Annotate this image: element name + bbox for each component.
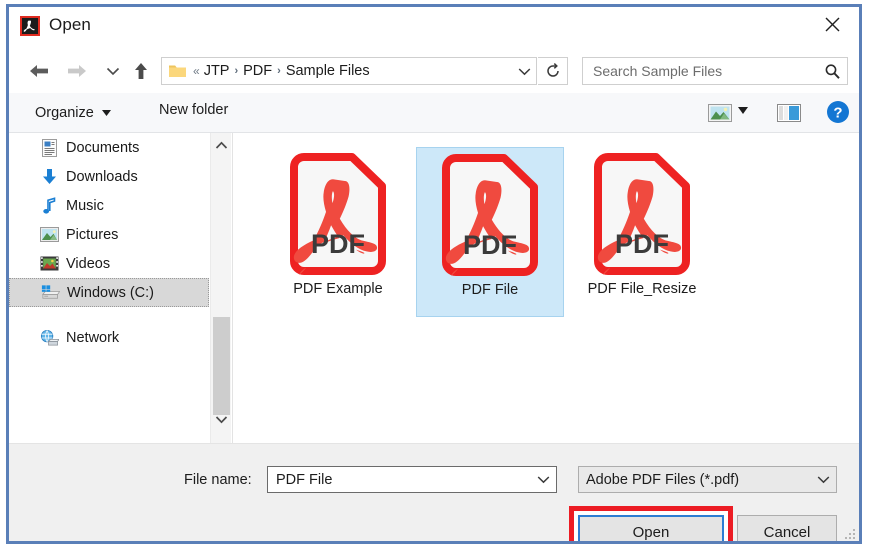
address-chevron-down-icon[interactable]: [512, 58, 536, 84]
breadcrumb-item-2[interactable]: Sample Files: [286, 63, 370, 79]
file-name-combobox[interactable]: [267, 466, 557, 493]
svg-text:PDF: PDF: [311, 229, 365, 259]
sidebar-item-music[interactable]: Music: [9, 191, 209, 220]
file-name-label: PDF File_Resize: [587, 281, 697, 297]
pane-splitter[interactable]: [232, 133, 233, 443]
sidebar-scrollbar[interactable]: [210, 133, 231, 443]
adobe-acrobat-icon: [20, 16, 40, 36]
sidebar-item-videos[interactable]: Videos: [9, 249, 209, 278]
cancel-button[interactable]: Cancel: [737, 515, 837, 541]
svg-text:PDF: PDF: [463, 230, 517, 260]
sidebar-item-label: Windows (C:): [67, 284, 155, 301]
file-item[interactable]: PDF PDF File: [416, 147, 564, 317]
downloads-icon: [39, 168, 59, 186]
breadcrumb[interactable]: « JTP › PDF › Sample Files: [191, 63, 512, 79]
sidebar-item-label: Music: [66, 197, 104, 214]
view-options-chevron-down-icon[interactable]: [738, 106, 748, 117]
breadcrumb-item-1[interactable]: PDF: [243, 63, 272, 79]
sidebar-item-downloads[interactable]: Downloads: [9, 162, 209, 191]
sidebar-item-label: Network: [66, 329, 120, 346]
resize-grip[interactable]: [844, 527, 856, 539]
file-type-chevron-down-icon[interactable]: [810, 475, 836, 484]
open-file-dialog: Open « JTP › PDF › Sample Files Search S…: [6, 4, 862, 544]
title-bar: Open: [9, 7, 859, 49]
back-arrow-icon[interactable]: [25, 57, 53, 85]
file-name-label: PDF File: [461, 282, 519, 298]
sidebar-item-label: Downloads: [66, 168, 138, 185]
organize-label: Organize: [35, 105, 94, 121]
videos-icon: [39, 255, 59, 273]
pdf-file-icon: PDF: [286, 153, 390, 275]
sidebar-item-label: Videos: [66, 255, 111, 272]
dialog-content: Open « JTP › PDF › Sample Files Search S…: [9, 7, 859, 541]
file-list-view[interactable]: PDF PDF Example PDF PDF File PDF PDF Fil…: [240, 133, 853, 443]
help-icon[interactable]: ?: [826, 100, 850, 124]
file-name-field-label: File name:: [184, 472, 252, 488]
sidebar-item-label: Documents: [66, 139, 140, 156]
svg-text:?: ?: [833, 105, 842, 122]
drive-icon: [40, 284, 60, 302]
breadcrumb-separator-0: ›: [234, 65, 239, 77]
address-bar[interactable]: « JTP › PDF › Sample Files: [161, 57, 537, 85]
file-item[interactable]: PDF PDF Example: [264, 147, 412, 317]
sidebar-item-network[interactable]: Network: [9, 323, 209, 352]
pictures-icon: [39, 226, 59, 244]
command-bar: Organize New folder ?: [9, 93, 859, 133]
search-icon[interactable]: [817, 63, 847, 80]
preview-pane-icon[interactable]: [776, 101, 802, 125]
scroll-down-arrow-icon[interactable]: [211, 409, 231, 429]
file-name-chevron-down-icon[interactable]: [530, 475, 556, 484]
sidebar-item-pictures[interactable]: Pictures: [9, 220, 209, 249]
svg-text:PDF: PDF: [615, 229, 669, 259]
refresh-icon[interactable]: [538, 57, 568, 85]
open-button[interactable]: Open: [578, 515, 724, 541]
dialog-footer: File name: Adobe PDF Files (*.pdf): [9, 443, 859, 541]
breadcrumb-overflow[interactable]: «: [193, 64, 200, 78]
music-icon: [39, 196, 59, 215]
navigation-pane: Documents Downloads Music Pictures Video…: [9, 133, 209, 443]
breadcrumb-separator-1: ›: [277, 65, 281, 77]
file-type-dropdown[interactable]: Adobe PDF Files (*.pdf): [578, 466, 837, 493]
up-arrow-icon[interactable]: [127, 57, 155, 85]
file-name-label: PDF Example: [293, 281, 383, 297]
folder-icon: [168, 63, 187, 79]
pdf-file-icon: PDF: [590, 153, 694, 275]
new-folder-button[interactable]: New folder: [159, 102, 228, 118]
window-title: Open: [49, 15, 91, 34]
breadcrumb-item-0[interactable]: JTP: [204, 63, 230, 79]
chevron-down-icon: [101, 108, 111, 118]
picture-view-icon[interactable]: [706, 101, 734, 125]
close-icon[interactable]: [809, 7, 855, 41]
file-type-value: Adobe PDF Files (*.pdf): [586, 471, 740, 488]
sidebar-item-documents[interactable]: Documents: [9, 133, 209, 162]
sidebar-item-windows-c[interactable]: Windows (C:): [9, 278, 209, 307]
scroll-up-arrow-icon[interactable]: [211, 135, 231, 155]
file-item[interactable]: PDF PDF File_Resize: [568, 147, 716, 317]
navigation-bar: « JTP › PDF › Sample Files: [9, 49, 859, 93]
organize-button[interactable]: Organize: [35, 102, 111, 124]
forward-arrow-icon: [63, 57, 91, 85]
search-box[interactable]: [582, 57, 848, 85]
search-input[interactable]: [591, 62, 817, 80]
recent-locations-chevron-down-icon[interactable]: [99, 57, 127, 85]
scrollbar-thumb[interactable]: [213, 317, 230, 415]
pdf-file-icon: PDF: [438, 154, 542, 276]
dialog-body: Documents Downloads Music Pictures Video…: [9, 133, 859, 443]
network-icon: [39, 329, 59, 347]
sidebar-item-label: Pictures: [66, 226, 119, 243]
documents-icon: [39, 138, 59, 157]
file-name-input[interactable]: [274, 470, 530, 489]
